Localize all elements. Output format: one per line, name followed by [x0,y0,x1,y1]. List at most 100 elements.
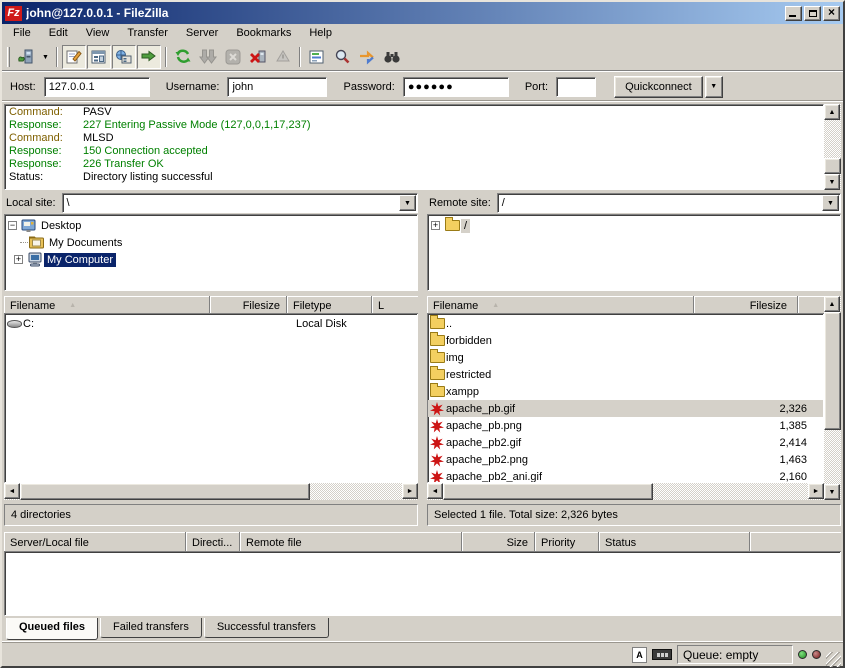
toolbar-grip[interactable] [7,47,10,67]
menu-view[interactable]: View [77,25,119,42]
local-tree-icon [90,48,108,66]
local-hscroll-thumb[interactable] [20,483,310,500]
toggle-message-log-button[interactable] [62,45,86,69]
column-filename[interactable]: Filename▲ [4,296,210,314]
cancel-operation-button[interactable] [221,45,245,69]
image-file-icon [428,419,446,433]
remote-hscroll-thumb[interactable] [443,483,653,500]
find-files-button[interactable] [380,45,404,69]
pane-splitter[interactable] [418,193,427,291]
expander-closed-icon[interactable]: + [14,255,23,264]
port-input[interactable] [556,77,596,97]
queue-size-text: Queue: empty [677,645,793,664]
maximize-button[interactable] [804,6,821,21]
log-vertical-scrollbar[interactable]: ▲ ▼ [824,104,841,190]
remote-file-row[interactable]: img [428,349,823,366]
remote-vertical-scrollbar[interactable]: ▲ ▼ [824,296,841,500]
scroll-right-icon[interactable]: ► [808,483,824,499]
queue-header: Server/Local file Directi... Remote file… [4,532,841,552]
column-direction[interactable]: Directi... [186,532,240,552]
scroll-right-icon[interactable]: ► [402,483,418,499]
menu-bookmarks[interactable]: Bookmarks [227,25,300,42]
directory-comparison-button[interactable] [330,45,354,69]
column-remote-file[interactable]: Remote file [240,532,462,552]
combo-dropdown-icon[interactable]: ▼ [822,195,839,211]
password-input[interactable] [403,77,509,97]
toolbar-separator [299,47,301,67]
close-button[interactable]: × [823,6,840,21]
scroll-down-icon[interactable]: ▼ [824,174,840,190]
tree-node-my-documents[interactable]: My Documents [5,234,417,251]
tree-node-desktop[interactable]: − Desktop [5,217,417,234]
menu-help[interactable]: Help [300,25,341,42]
reconnect-button[interactable] [271,45,295,69]
local-horizontal-scrollbar[interactable]: ◄ ► [4,483,418,500]
remote-tree: + / [427,214,841,291]
statusbar: A Queue: empty [2,641,843,667]
expander-closed-icon[interactable]: + [431,221,440,230]
column-server-local-file[interactable]: Server/Local file [4,532,186,552]
refresh-button[interactable] [171,45,195,69]
column-status[interactable]: Status [599,532,750,552]
toggle-transfer-queue-button[interactable] [137,45,161,69]
scroll-left-icon[interactable]: ◄ [427,483,443,499]
remote-file-row[interactable]: .. [428,315,823,332]
scroll-down-icon[interactable]: ▼ [824,484,840,500]
column-size[interactable]: Size [462,532,535,552]
scroll-up-icon[interactable]: ▲ [824,104,840,120]
toggle-remote-tree-button[interactable] [112,45,136,69]
toggle-local-tree-button[interactable] [87,45,111,69]
remote-file-row[interactable]: forbidden [428,332,823,349]
remote-file-row[interactable]: xampp [428,383,823,400]
menu-transfer[interactable]: Transfer [118,25,177,42]
host-label: Host: [10,81,36,93]
remote-file-row[interactable]: apache_pb.png1,385 [428,417,823,434]
tree-node-root[interactable]: + / [428,217,840,234]
process-queue-button[interactable] [196,45,220,69]
username-input[interactable] [227,77,327,97]
local-file-row[interactable]: C: Local Disk [5,315,417,332]
scroll-up-icon[interactable]: ▲ [824,296,840,312]
remote-file-row[interactable]: apache_pb2.png1,463 [428,451,823,468]
remote-file-row[interactable]: restricted [428,366,823,383]
combo-dropdown-icon[interactable]: ▼ [399,195,416,211]
disconnect-button[interactable] [246,45,270,69]
column-filetype[interactable]: Filetype [287,296,372,314]
column-filename[interactable]: Filename▲ [427,296,694,314]
pane-splitter[interactable] [418,296,427,526]
column-last-modified[interactable]: L [372,296,418,314]
scroll-left-icon[interactable]: ◄ [4,483,20,499]
remote-file-row[interactable]: apache_pb2.gif2,414 [428,434,823,451]
log-scroll-thumb[interactable] [824,158,841,174]
menu-edit[interactable]: Edit [40,25,77,42]
quickconnect-dropdown-button[interactable]: ▼ [705,76,723,98]
quickconnect-button[interactable]: Quickconnect [614,76,703,98]
column-priority[interactable]: Priority [535,532,599,552]
remote-file-row-selected[interactable]: apache_pb.gif2,326 [428,400,823,417]
username-label: Username: [166,81,220,93]
menu-file[interactable]: File [4,25,40,42]
tab-successful-transfers[interactable]: Successful transfers [204,618,329,638]
tree-node-my-computer[interactable]: + My Computer [5,251,417,268]
column-filesize[interactable]: Filesize [210,296,287,314]
remote-vscroll-thumb[interactable] [824,312,841,430]
remote-site-combo[interactable]: / ▼ [497,193,841,213]
site-manager-dropdown-icon[interactable]: ▼ [39,54,52,61]
resize-grip[interactable] [826,652,841,667]
tab-queued-files[interactable]: Queued files [6,618,98,640]
refresh-icon [174,48,192,66]
site-manager-icon [17,48,35,66]
remote-file-row[interactable]: apache_pb2_ani.gif2,160 [428,468,823,483]
column-filesize[interactable]: Filesize [694,296,798,314]
directory-listing-filters-button[interactable] [305,45,329,69]
tab-failed-transfers[interactable]: Failed transfers [100,618,202,638]
host-input[interactable] [44,77,150,97]
menu-server[interactable]: Server [177,25,227,42]
remote-horizontal-scrollbar[interactable]: ◄ ► [427,483,824,500]
site-manager-button[interactable] [14,45,38,69]
local-site-combo[interactable]: \ ▼ [62,193,418,213]
minimize-button[interactable] [785,6,802,21]
expander-open-icon[interactable]: − [8,221,17,230]
synchronized-browsing-button[interactable] [355,45,379,69]
local-status-text: 4 directories [4,504,418,526]
